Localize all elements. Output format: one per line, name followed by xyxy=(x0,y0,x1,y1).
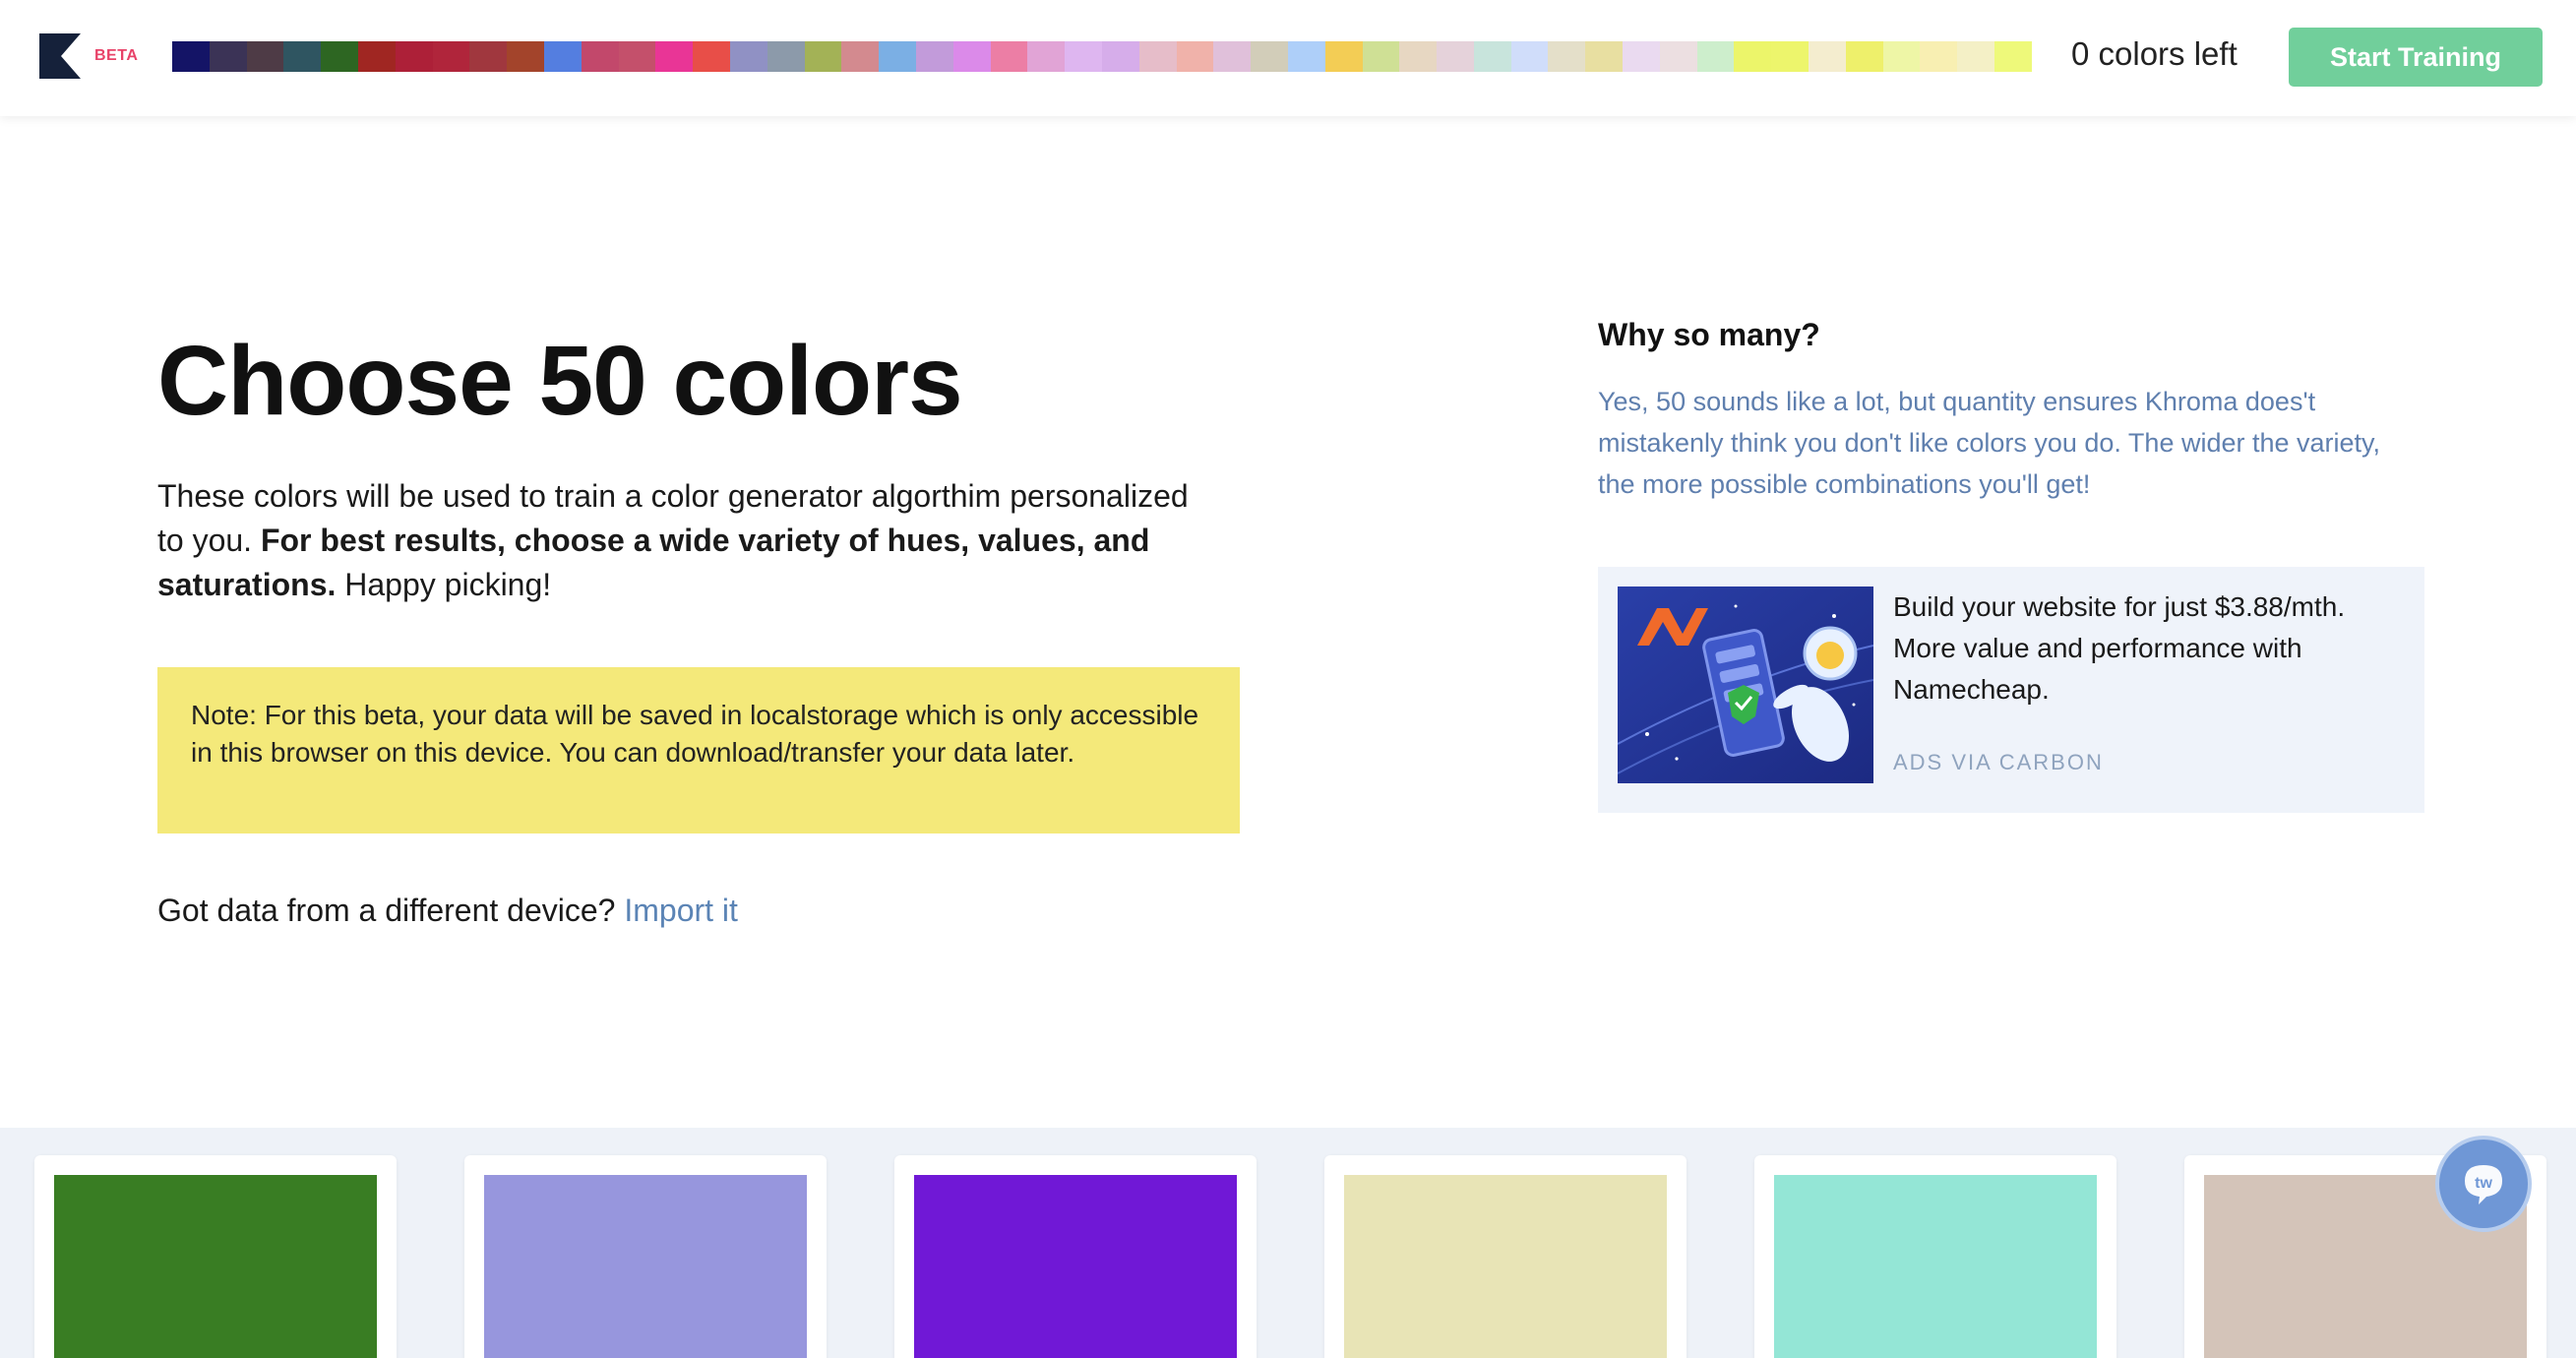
palette-swatch xyxy=(543,41,582,72)
page-title: Choose 50 colors xyxy=(157,326,963,436)
color-card[interactable] xyxy=(1754,1155,2116,1358)
palette-swatch xyxy=(395,41,433,72)
color-card[interactable] xyxy=(1324,1155,1687,1358)
palette-swatch xyxy=(1251,41,1288,72)
palette-swatch xyxy=(1176,41,1214,72)
ad-image[interactable] xyxy=(1618,586,1873,783)
ad-text[interactable]: Build your website for just $3.88/mth. M… xyxy=(1893,586,2405,710)
color-swatch xyxy=(1344,1175,1667,1358)
top-bar: BETA 0 colors left Start Training xyxy=(0,0,2576,116)
palette-swatch xyxy=(618,41,656,72)
palette-swatch xyxy=(1399,41,1438,72)
palette-swatch xyxy=(729,41,767,72)
palette-swatch xyxy=(879,41,916,72)
palette-swatch xyxy=(1287,41,1325,72)
palette-swatch xyxy=(1659,41,1697,72)
beta-note-box: Note: For this beta, your data will be s… xyxy=(157,667,1240,833)
start-training-button[interactable]: Start Training xyxy=(2289,28,2543,87)
palette-swatch xyxy=(1734,41,1772,72)
palette-swatch xyxy=(1473,41,1511,72)
import-link[interactable]: Import it xyxy=(624,893,738,928)
palette-swatch xyxy=(767,41,805,72)
palette-swatch xyxy=(1027,41,1066,72)
intro-paragraph: These colors will be used to train a col… xyxy=(157,474,1210,607)
color-card[interactable] xyxy=(464,1155,827,1358)
help-chat-icon[interactable]: tw xyxy=(2435,1136,2532,1232)
palette-swatch xyxy=(172,41,210,72)
color-swatch xyxy=(1774,1175,2097,1358)
palette-swatch xyxy=(1362,41,1400,72)
colors-left-counter: 0 colors left xyxy=(2071,35,2238,72)
why-body: Yes, 50 sounds like a lot, but quantity … xyxy=(1598,387,2381,499)
why-title: Why so many? xyxy=(1598,317,1820,352)
palette-swatch xyxy=(804,41,842,72)
palette-swatch xyxy=(507,41,544,72)
palette-swatch xyxy=(1548,41,1586,72)
svg-text:tw: tw xyxy=(2475,1175,2492,1192)
palette-swatch xyxy=(209,41,247,72)
palette-swatch xyxy=(1101,41,1139,72)
beta-badge: BETA xyxy=(94,47,139,64)
palette-swatch xyxy=(321,41,358,72)
palette-swatch xyxy=(283,41,322,72)
palette-swatch xyxy=(1994,41,2032,72)
color-card[interactable] xyxy=(894,1155,1257,1358)
palette-swatch xyxy=(1437,41,1474,72)
palette-swatch xyxy=(1696,41,1735,72)
palette-swatch xyxy=(1623,41,1660,72)
khroma-logo-icon[interactable] xyxy=(39,33,81,79)
palette-swatch xyxy=(1957,41,1995,72)
palette-swatch xyxy=(246,41,284,72)
palette-swatch xyxy=(952,41,991,72)
palette-swatch xyxy=(1845,41,1883,72)
color-swatch xyxy=(914,1175,1237,1358)
palette-swatch xyxy=(655,41,694,72)
palette-swatch xyxy=(693,41,730,72)
color-choice-strip xyxy=(0,1128,2576,1358)
palette-swatch xyxy=(357,41,396,72)
import-prompt-line: Got data from a different device? Import… xyxy=(157,893,738,929)
intro-bold-text: For best results, choose a wide variety … xyxy=(157,523,1150,602)
palette-swatch xyxy=(841,41,880,72)
palette-swatch xyxy=(581,41,619,72)
carbon-ad: Build your website for just $3.88/mth. M… xyxy=(1598,567,2424,813)
palette-swatch xyxy=(1771,41,1809,72)
palette-swatch xyxy=(1065,41,1102,72)
import-prompt-text: Got data from a different device? xyxy=(157,893,616,928)
palette-swatch xyxy=(469,41,508,72)
palette-swatch xyxy=(1510,41,1549,72)
palette-swatch xyxy=(432,41,470,72)
intro-end-text: Happy picking! xyxy=(344,567,552,602)
selected-colors-palette xyxy=(172,41,2032,72)
ads-via-carbon-link[interactable]: ADS VIA CARBON xyxy=(1893,750,2104,775)
palette-swatch xyxy=(1324,41,1363,72)
color-swatch xyxy=(484,1175,807,1358)
color-card[interactable] xyxy=(34,1155,397,1358)
palette-swatch xyxy=(1138,41,1177,72)
palette-swatch xyxy=(915,41,953,72)
palette-swatch xyxy=(1920,41,1958,72)
palette-swatch xyxy=(1585,41,1624,72)
palette-swatch xyxy=(1809,41,1846,72)
palette-swatch xyxy=(990,41,1028,72)
palette-swatch xyxy=(1213,41,1252,72)
palette-swatch xyxy=(1882,41,1921,72)
color-swatch xyxy=(54,1175,377,1358)
